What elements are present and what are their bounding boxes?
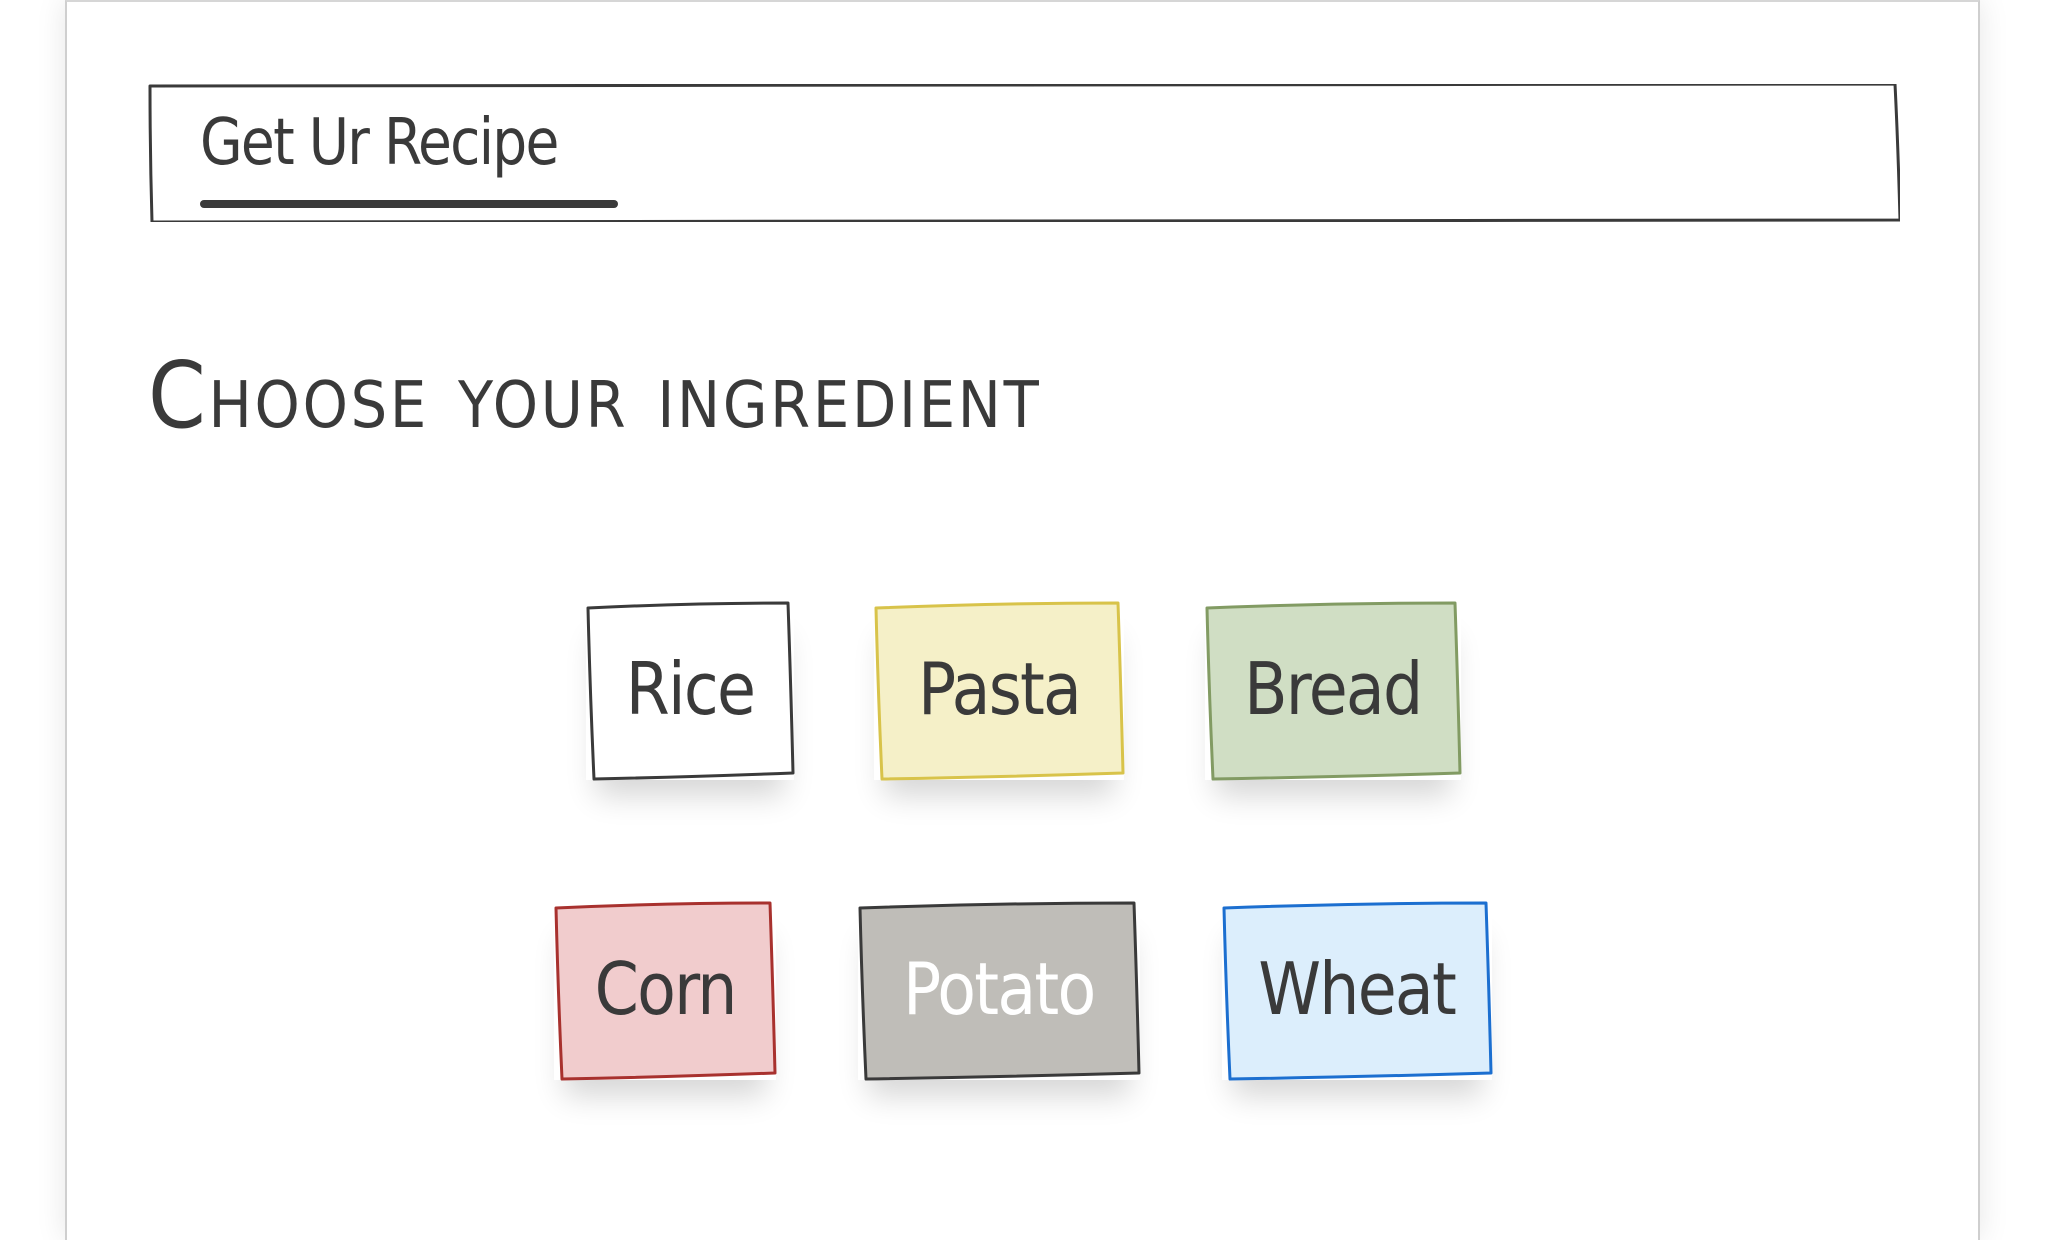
ingredient-label: Pasta — [917, 647, 1082, 731]
ingredient-label: Rice — [625, 647, 756, 731]
page-title: Choose your ingredient — [148, 342, 1042, 449]
brand-underline — [200, 200, 618, 208]
ingredient-label: Wheat — [1258, 947, 1457, 1031]
ingredient-tile-wheat[interactable]: Wheat — [1222, 901, 1493, 1081]
ingredient-label: Bread — [1244, 647, 1423, 731]
ingredient-tile-bread[interactable]: Bread — [1205, 601, 1462, 781]
brand-link[interactable]: Get Ur Recipe — [200, 106, 559, 180]
ingredient-label: Corn — [594, 947, 737, 1031]
ingredient-tile-corn[interactable]: Corn — [554, 901, 777, 1081]
ingredient-tile-potato[interactable]: Potato — [858, 901, 1141, 1081]
ingredient-tile-rice[interactable]: Rice — [586, 601, 795, 781]
header-bar: Get Ur Recipe — [148, 84, 1900, 222]
ingredient-label: Potato — [903, 947, 1096, 1031]
ingredient-tile-pasta[interactable]: Pasta — [874, 601, 1125, 781]
